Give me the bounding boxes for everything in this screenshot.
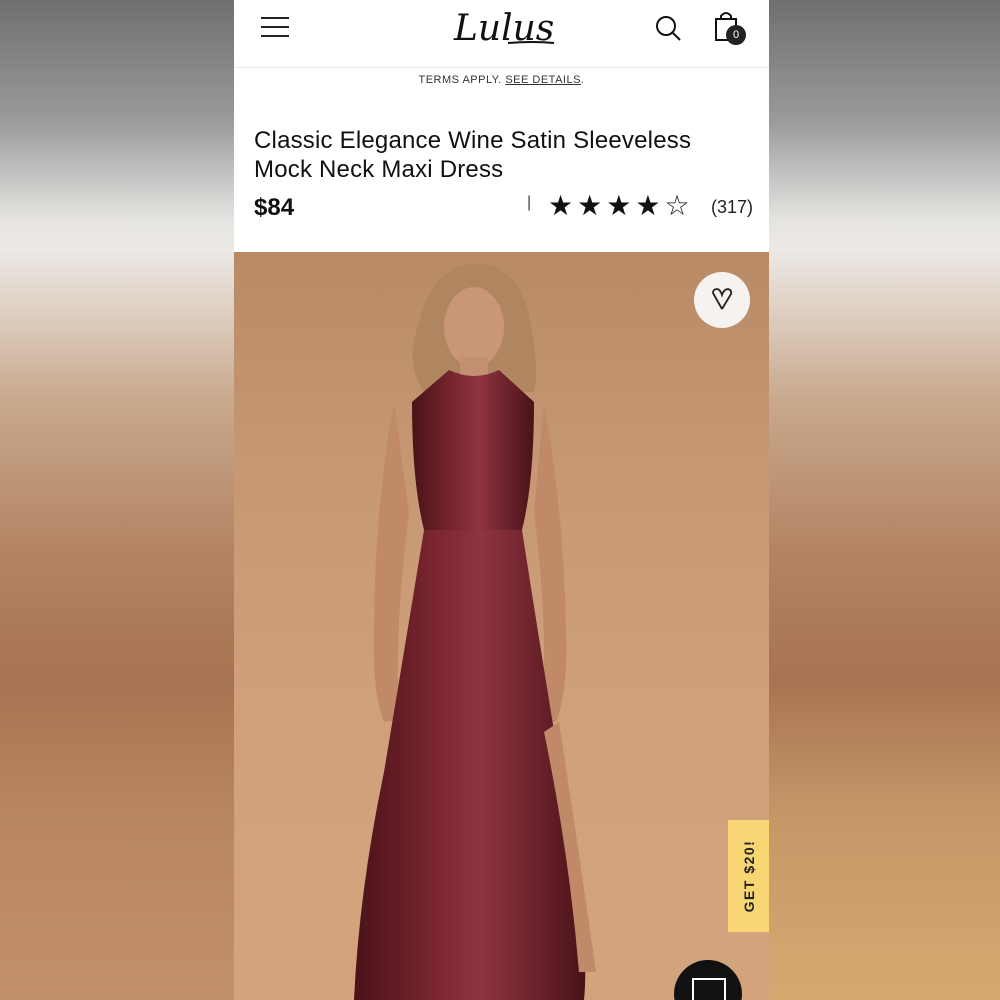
promo-text: TERMS APPLY. [418, 74, 502, 86]
star-filled-icon: ★ [577, 190, 603, 221]
star-filled-icon: ★ [548, 190, 574, 221]
see-details-link[interactable]: SEE DETAILS [505, 74, 581, 86]
star-filled-icon: ★ [635, 190, 661, 221]
star-empty-icon: ☆ [664, 190, 690, 221]
mobile-page: Lulus 0 TERMS APPLY. SEE DETAILS. Classi… [234, 0, 769, 1000]
star-filled-icon: ★ [606, 190, 632, 221]
cart-count-badge[interactable]: 0 [726, 25, 746, 45]
product-price: $84 [254, 194, 295, 221]
promo-banner: TERMS APPLY. SEE DETAILS. [234, 74, 769, 94]
get-20-promo-tab[interactable]: GET $20! [728, 820, 769, 932]
product-photo[interactable]: GET $20! [234, 252, 769, 1000]
wishlist-heart-button[interactable] [694, 272, 750, 328]
search-icon[interactable] [654, 14, 682, 42]
rating-stars[interactable]: ★ ★ ★ ★ ☆ [548, 192, 690, 220]
model-image [354, 263, 596, 1000]
promo-suffix: . [580, 74, 585, 86]
lulus-logo[interactable]: Lulus [448, 2, 558, 52]
product-title: Classic Elegance Wine Satin Sleeveless M… [254, 127, 692, 183]
price-rating-row: $84 | ★ ★ ★ ★ ☆ (317) [234, 184, 769, 244]
divider: | [527, 194, 532, 211]
blurred-backdrop-left [0, 0, 234, 1000]
review-count[interactable]: (317) [711, 197, 753, 218]
menu-icon[interactable] [261, 17, 289, 39]
blurred-backdrop-right [769, 0, 1000, 1000]
heart-icon [712, 288, 733, 310]
get-20-label: GET $20! [741, 839, 757, 913]
top-nav: Lulus 0 [234, 0, 769, 68]
